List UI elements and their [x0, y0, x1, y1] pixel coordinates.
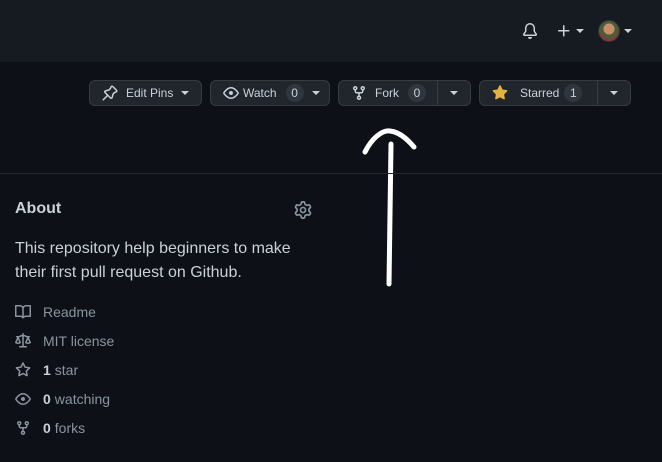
watchers-label: watching	[54, 391, 111, 407]
star-list-dropdown-button[interactable]	[598, 81, 630, 105]
chevron-down-icon	[624, 29, 632, 33]
section-divider	[0, 173, 662, 174]
license-label: MIT license	[43, 333, 115, 349]
star-counter: 1	[564, 84, 583, 102]
notifications-button[interactable]	[522, 20, 538, 42]
edit-pins-label: Edit Pins	[126, 86, 174, 100]
stars-label: star	[54, 362, 79, 378]
eye-icon	[223, 85, 239, 101]
pin-icon	[102, 85, 118, 101]
watch-label: Watch	[243, 86, 277, 100]
star-filled-icon	[492, 85, 508, 101]
star-icon	[15, 362, 31, 377]
fork-label: Fork	[375, 86, 399, 100]
star-button-group: Starred 1	[479, 80, 631, 106]
fork-button[interactable]: Fork 0	[339, 81, 437, 105]
watch-counter: 0	[285, 84, 304, 102]
forks-count: 0	[43, 420, 51, 436]
create-new-button[interactable]	[556, 20, 584, 42]
stars-link[interactable]: 1 star	[15, 360, 78, 380]
eye-icon	[15, 393, 31, 405]
license-link[interactable]: MIT license	[15, 331, 114, 351]
chevron-down-icon	[311, 91, 320, 95]
gear-icon	[294, 201, 312, 219]
edit-pins-button[interactable]: Edit Pins	[89, 80, 202, 106]
chevron-down-icon	[610, 91, 618, 95]
edit-about-button[interactable]	[294, 201, 312, 219]
watchers-link[interactable]: 0 watching	[15, 389, 110, 409]
forks-link[interactable]: 0 forks	[15, 418, 85, 438]
bell-icon	[522, 23, 537, 39]
chevron-down-icon	[181, 91, 190, 95]
avatar	[598, 20, 620, 42]
law-icon	[15, 333, 31, 348]
fork-button-group: Fork 0	[338, 80, 471, 106]
watch-button[interactable]: Watch 0	[210, 80, 330, 106]
forks-label: forks	[54, 420, 86, 436]
readme-label: Readme	[43, 304, 96, 320]
readme-link[interactable]: Readme	[15, 302, 96, 322]
unstar-button[interactable]: Starred 1	[480, 81, 597, 105]
chevron-down-icon	[576, 29, 584, 33]
watchers-count: 0	[43, 391, 51, 407]
chevron-down-icon	[450, 91, 458, 95]
global-header	[0, 0, 662, 62]
starred-label: Starred	[520, 86, 560, 100]
repo-description: This repository help beginners to make t…	[15, 240, 291, 281]
repo-forked-icon	[17, 421, 29, 436]
fork-dropdown-button[interactable]	[438, 81, 470, 105]
user-menu-button[interactable]	[598, 20, 632, 42]
plus-icon	[558, 25, 570, 37]
annotation-arrow-icon	[362, 128, 417, 287]
repo-forked-icon	[351, 85, 367, 101]
book-icon	[15, 304, 31, 319]
about-heading: About	[15, 200, 62, 217]
fork-counter: 0	[408, 84, 426, 102]
stars-count: 1	[43, 362, 51, 378]
